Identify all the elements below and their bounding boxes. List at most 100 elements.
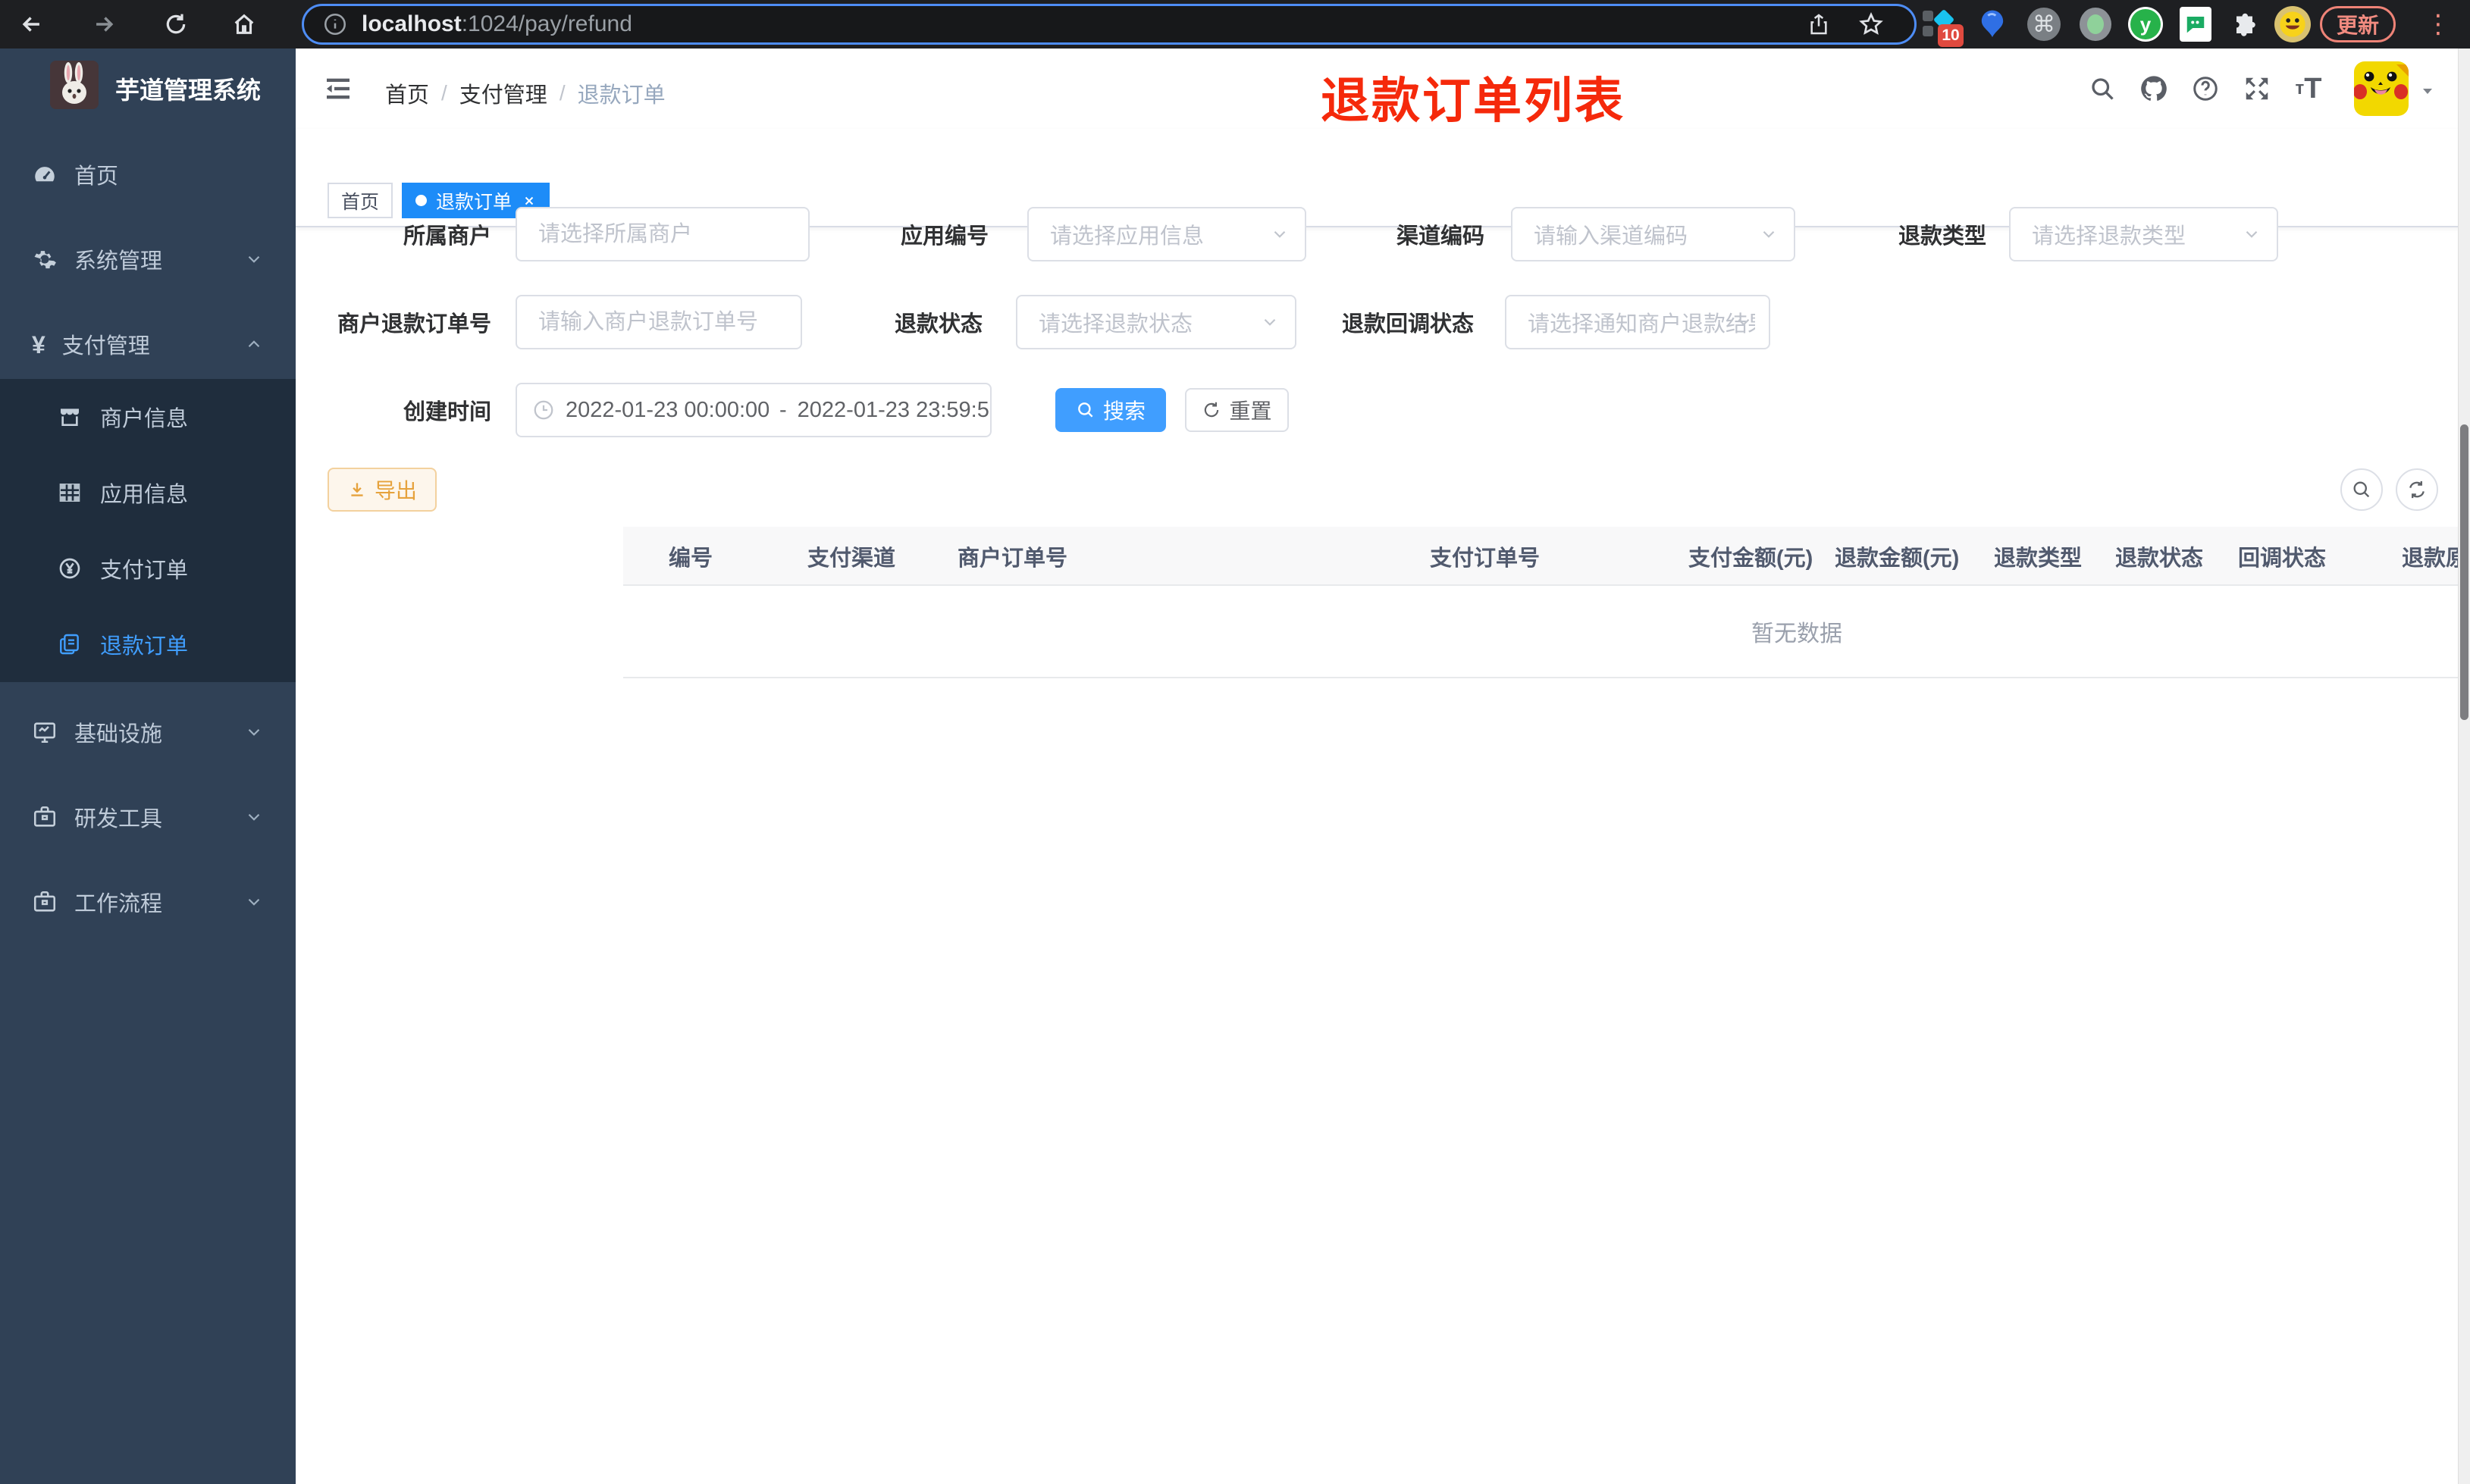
breadcrumb-home[interactable]: 首页 [385, 77, 429, 109]
chevron-up-icon [244, 334, 264, 354]
filter-label-refund-type: 退款类型 [1898, 224, 1986, 249]
chevron-down-icon [2242, 224, 2262, 244]
chevron-down-icon [244, 722, 264, 742]
chevron-down-icon [1270, 224, 1290, 244]
page-scrollbar-track[interactable] [2458, 49, 2470, 1484]
col-notify-status: 回调状态 [2238, 546, 2327, 571]
extensions-puzzle-icon[interactable] [2227, 6, 2264, 42]
date-start-value[interactable]: 2022-01-23 00:00:00 [566, 398, 769, 423]
site-info-icon[interactable] [322, 11, 348, 37]
sidebar-item-pay[interactable]: ¥ 支付管理 [0, 302, 296, 387]
chevron-down-icon [1734, 312, 1754, 332]
show-search-toggle-button[interactable] [2340, 468, 2383, 511]
top-navbar: 首页 / 支付管理 / 退款订单 退款订单列表 тT [296, 49, 2470, 129]
profile-emoji-avatar[interactable] [2274, 6, 2311, 42]
sidebar-item-system[interactable]: 系统管理 [0, 217, 296, 302]
extension-badge: 10 [1938, 24, 1964, 47]
channel-select[interactable]: 请输入渠道编码 [1511, 207, 1795, 261]
refresh-table-button[interactable] [2396, 468, 2438, 511]
font-size-icon[interactable]: тT [2290, 70, 2327, 108]
col-refund-type: 退款类型 [1994, 546, 2083, 571]
sidebar-item-dev-tools[interactable]: 研发工具 [0, 775, 296, 859]
col-merchant-order-no: 商户订单号 [958, 546, 1068, 571]
bookmark-star-icon[interactable] [1858, 11, 1884, 37]
extension-y-green-icon[interactable]: y [2127, 6, 2164, 42]
extension-blue-diamond-icon[interactable]: 10 [1921, 6, 1964, 47]
chevron-down-icon [244, 807, 264, 827]
extension-command-icon[interactable]: ⌘ [2026, 6, 2062, 42]
sidebar-item-label: 应用信息 [100, 483, 189, 507]
filter-label-merchant-refund-no: 商户退款订单号 [337, 312, 491, 337]
refund-type-select[interactable]: 请选择退款类型 [2009, 207, 2278, 261]
github-icon[interactable] [2135, 70, 2173, 108]
date-end-value[interactable]: 2022-01-23 23:59:59 [798, 398, 990, 423]
chevron-down-icon [1759, 224, 1779, 244]
sidebar-item-label: 支付管理 [61, 334, 150, 358]
breadcrumb-pay[interactable]: 支付管理 [459, 77, 547, 109]
refresh-icon [1202, 400, 1221, 420]
sidebar-item-label: 工作流程 [74, 892, 163, 916]
sidebar-item-refund-order[interactable]: 退款订单 [0, 606, 296, 682]
address-bar[interactable]: localhost:1024/pay/refund [302, 4, 1917, 45]
extension-balloon-icon[interactable] [1974, 6, 2011, 42]
chevron-down-icon [244, 892, 264, 912]
user-avatar[interactable] [2354, 61, 2409, 116]
reload-icon[interactable] [159, 8, 193, 41]
filter-label-notify-status: 退款回调状态 [1341, 312, 1474, 337]
page-scrollbar-thumb[interactable] [2460, 424, 2468, 720]
toolbox-icon [32, 804, 58, 830]
browser-update-button[interactable]: 更新 [2320, 6, 2396, 42]
store-icon [58, 405, 82, 429]
sidebar-item-pay-order[interactable]: 支付订单 [0, 531, 296, 606]
help-icon[interactable] [2186, 70, 2224, 108]
sidebar: 芋道管理系统 首页 系统管理 ¥ 支付管理 商户信息 应用信息 支付订单 退款订… [0, 49, 296, 1484]
home-icon[interactable] [227, 8, 261, 41]
col-id: 编号 [669, 546, 713, 571]
sidebar-item-infra[interactable]: 基础设施 [0, 690, 296, 775]
search-button[interactable]: 搜索 [1055, 388, 1166, 432]
create-time-range-picker[interactable]: 2022-01-23 00:00:00 - 2022-01-23 23:59:5… [516, 383, 992, 437]
grid-icon [58, 481, 82, 505]
reset-button[interactable]: 重置 [1185, 388, 1289, 432]
notify-status-select[interactable]: 请选择通知商户退款结果的回调状态 [1505, 295, 1770, 349]
sidebar-item-label: 支付订单 [100, 559, 189, 583]
share-icon[interactable] [1807, 12, 1831, 36]
app-logo[interactable] [50, 61, 99, 109]
col-refund-amount: 退款金额(元) [1835, 546, 1960, 571]
sidebar-collapse-icon[interactable] [323, 74, 353, 104]
empty-text: 暂无数据 [1751, 621, 1842, 647]
avatar-caret-icon[interactable] [2418, 82, 2437, 100]
sidebar-item-label: 研发工具 [74, 807, 163, 831]
sidebar-item-home[interactable]: 首页 [0, 132, 296, 217]
download-icon [347, 480, 367, 499]
col-refund-status: 退款状态 [2115, 546, 2204, 571]
fullscreen-icon[interactable] [2238, 70, 2276, 108]
app-select[interactable]: 请选择应用信息 [1027, 207, 1306, 261]
sidebar-item-label: 退款订单 [100, 634, 189, 659]
document-icon [58, 632, 82, 656]
browser-menu-icon[interactable]: ⋮ [2423, 6, 2453, 42]
breadcrumb-current: 退款订单 [577, 83, 666, 108]
gear-icon [32, 246, 58, 272]
export-button[interactable]: 导出 [328, 468, 437, 512]
extension-chat-icon[interactable] [2177, 6, 2214, 42]
search-icon[interactable] [2083, 70, 2121, 108]
sidebar-item-app-info[interactable]: 应用信息 [0, 455, 296, 531]
merchant-refund-no-input[interactable] [516, 295, 802, 349]
forward-icon[interactable] [87, 8, 121, 41]
refund-status-select[interactable]: 请选择退款状态 [1016, 295, 1296, 349]
sidebar-item-merchant-info[interactable]: 商户信息 [0, 379, 296, 455]
back-icon[interactable] [15, 8, 49, 41]
app-title: 芋道管理系统 [115, 77, 262, 104]
table-header: 编号 支付渠道 商户订单号 支付订单号 支付金额(元) 退款金额(元) 退款类型… [623, 527, 2470, 586]
table-body: 暂无数据 [623, 587, 2470, 678]
active-dot [415, 195, 427, 206]
sidebar-item-label: 商户信息 [100, 407, 189, 431]
extension-gray-dot-icon[interactable] [2077, 6, 2114, 42]
tab-close-icon[interactable] [522, 194, 536, 208]
sidebar-item-workflow[interactable]: 工作流程 [0, 859, 296, 944]
main-area: 首页 / 支付管理 / 退款订单 退款订单列表 тT 首页 退款订单 所属商户 … [296, 49, 2470, 1484]
merchant-input[interactable] [516, 207, 810, 261]
breadcrumb: 首页 / 支付管理 / 退款订单 [385, 77, 666, 109]
dashboard-icon [32, 161, 58, 187]
